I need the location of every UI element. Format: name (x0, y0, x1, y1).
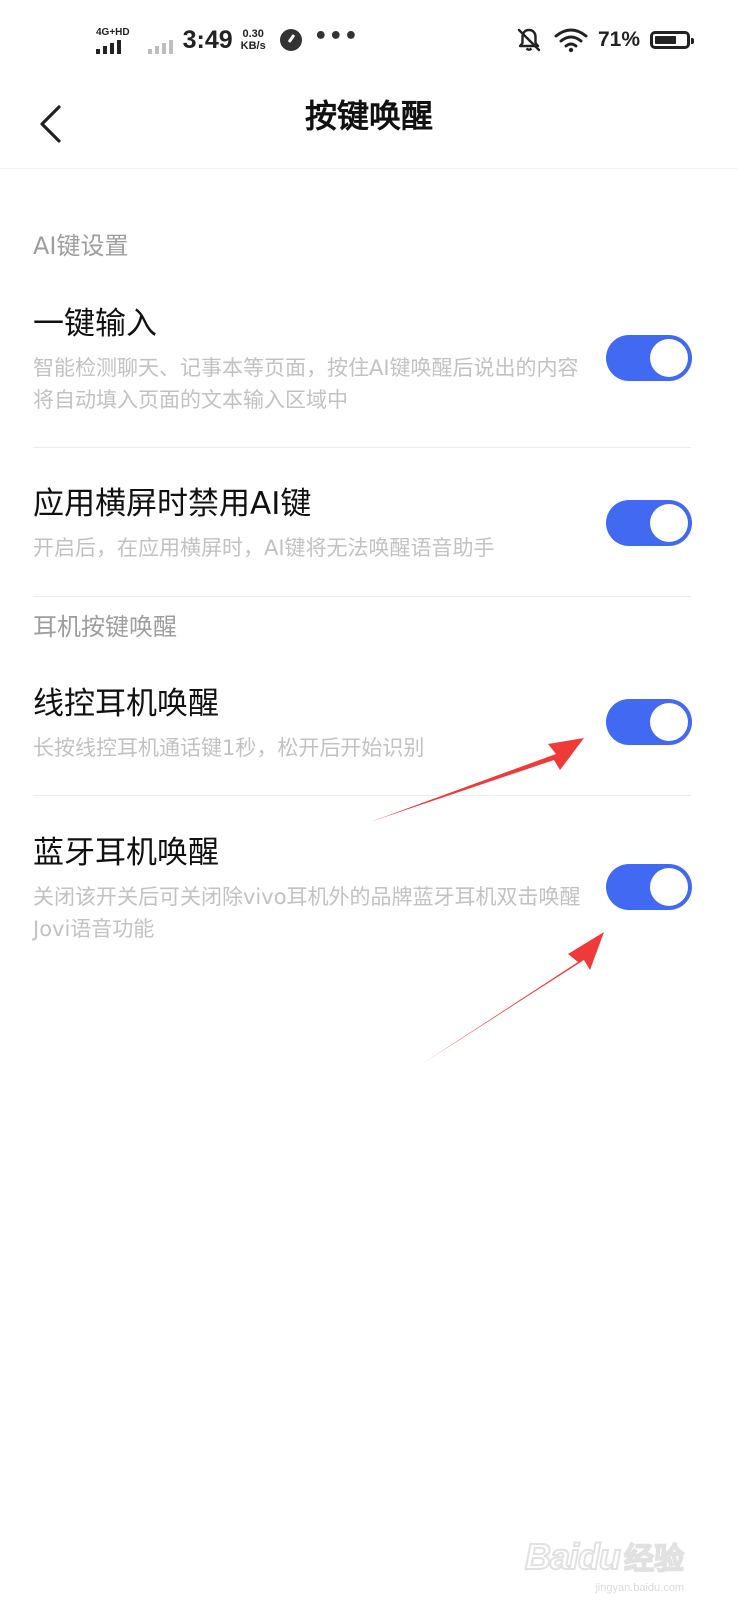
battery-fill (655, 36, 676, 44)
network-type-label: 4G+HD (96, 26, 130, 38)
signal-icon (96, 39, 121, 54)
setting-title: 应用横屏时禁用AI键 (33, 486, 312, 522)
setting-description: 开启后，在应用横屏时，AI键将无法唤醒语音助手 (33, 536, 495, 560)
toggle-disable-ai-key-landscape[interactable] (606, 500, 692, 546)
setting-title: 蓝牙耳机唤醒 (33, 835, 219, 871)
setting-title: 一键输入 (33, 306, 157, 342)
speed-value: 0.30 (242, 28, 264, 40)
setting-title: 线控耳机唤醒 (33, 686, 219, 722)
network-indicator: 4G+HD (96, 27, 130, 54)
divider (33, 596, 691, 597)
setting-row-disable-ai-key-landscape: 应用横屏时禁用AI键 开启后，在应用横屏时，AI键将无法唤醒语音助手 (33, 484, 691, 564)
toggle-knob (650, 504, 688, 542)
wifi-icon (554, 28, 588, 53)
speedometer-icon (279, 29, 302, 51)
toggle-knob (650, 868, 688, 906)
section-title-headset-wake: 耳机按键唤醒 (33, 613, 177, 641)
battery-icon (650, 31, 694, 49)
network-speed: 0.30 KB/s (241, 28, 266, 52)
section-title-ai-key: AI键设置 (33, 232, 129, 260)
toggle-bluetooth-headset-wake[interactable] (606, 864, 692, 910)
baidu-jingyan-watermark: Baidu 经验 jingyan.baidu.com (524, 1534, 685, 1594)
more-notifications-icon: ••• (313, 23, 359, 49)
toggle-wired-headset-wake[interactable] (606, 699, 692, 745)
bell-off-icon (517, 28, 541, 52)
page-title: 按键唤醒 (304, 97, 433, 135)
watermark-brand: Baidu (524, 1535, 622, 1578)
setting-row-one-key-input: 一键输入 智能检测聊天、记事本等页面，按住AI键唤醒后说出的内容将自动填入页面的… (33, 304, 691, 416)
clock: 3:49 (182, 25, 233, 54)
status-bar: 4G+HD 3:49 0.30 KB/s ••• 71% (0, 0, 738, 80)
speed-unit: KB/s (240, 40, 266, 52)
watermark-url: jingyan.baidu.com (595, 1582, 684, 1594)
toggle-knob (650, 703, 688, 741)
toggle-one-key-input[interactable] (606, 335, 692, 381)
signal-2-icon (147, 39, 173, 54)
watermark-suffix: 经验 (623, 1541, 685, 1578)
divider (33, 447, 691, 448)
annotation-arrow-icon (422, 932, 604, 1064)
toggle-knob (650, 339, 688, 377)
annotation-arrow-icon (370, 738, 584, 822)
title-bar: 按键唤醒 (0, 80, 738, 169)
battery-percentage: 71% (597, 28, 640, 51)
setting-description: 智能检测聊天、记事本等页面，按住AI键唤醒后说出的内容将自动填入页面的文本输入区… (33, 356, 579, 412)
